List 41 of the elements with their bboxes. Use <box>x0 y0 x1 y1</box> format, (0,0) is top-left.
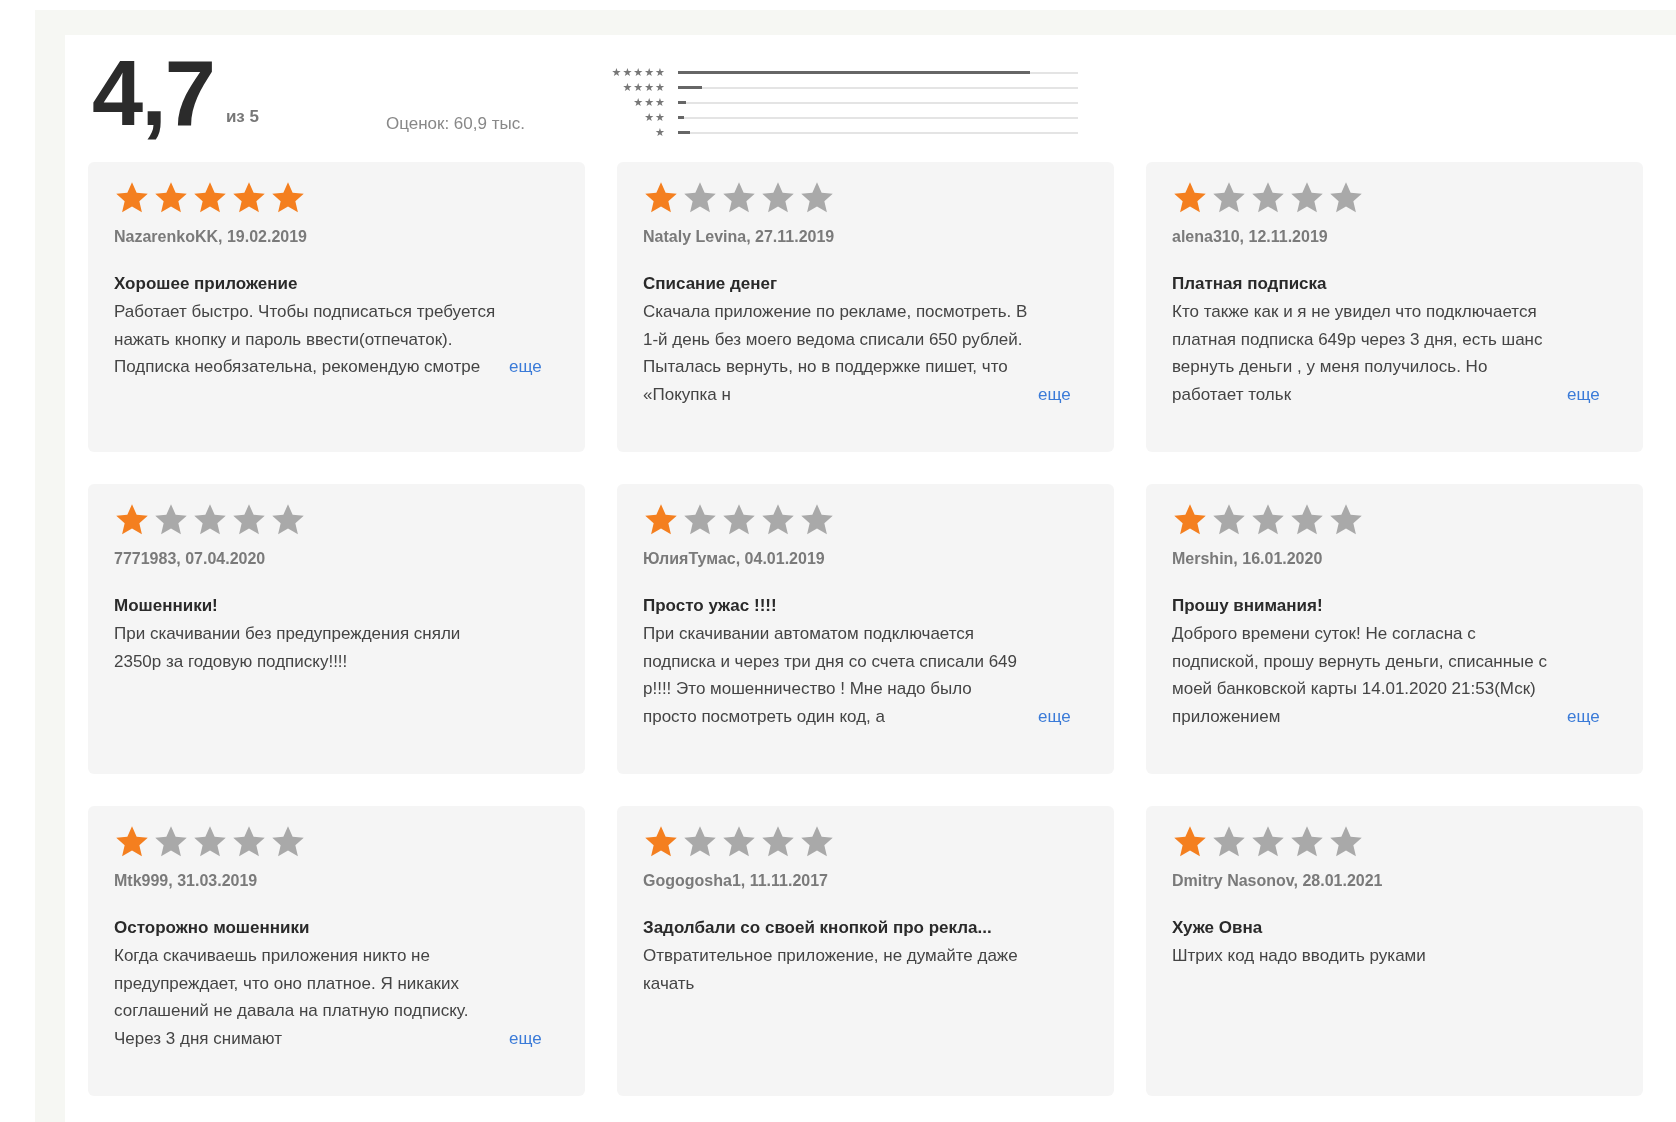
review-text: Штрих код надо вводить руками <box>1172 945 1427 967</box>
review-title: Осторожно мошенники <box>114 918 311 938</box>
more-link[interactable]: еще <box>509 353 542 381</box>
star-level-label: ★★ <box>644 112 666 123</box>
review-text: При скачивании без предупреждения сняли 2350р за годовую подписку!!!! <box>114 623 462 673</box>
review-title: Задолбали со своей кнопкой про рекла... <box>643 918 993 938</box>
review-author: alena310, 12.11.2019 <box>1172 228 1329 246</box>
review-title: Списание денег <box>643 274 779 294</box>
review-text: Доброго времени суток! Не согласна с подпиской, прошу вернуть деньги, списанные с моей банковской карты 14.01.2020 21:53(Мск) приложением <box>1172 623 1548 728</box>
review-text: Кто также как и я не увидел что подключается платная подписка 649р через 3 дня, есть шанс вернуть деньги , у меня получилось. Но работает тольк <box>1172 301 1544 406</box>
ratings-count: Оценок: 60,9 тыс. <box>385 114 526 134</box>
review-author: Mtk999, 31.03.2019 <box>114 872 259 890</box>
review-title: Хуже Овна <box>1172 918 1264 938</box>
review-text: Отвратительное приложение, не думайте даже качать <box>643 945 1019 995</box>
review-author: 7771983, 07.04.2020 <box>114 550 267 568</box>
review-text: Скачала приложение по рекламе, посмотреть. В 1-й день без моего ведома списали 650 рублей. Пыталась вернуть, но в поддержке пишет, что «Покупка н <box>643 301 1028 406</box>
more-link[interactable]: еще <box>1567 702 1600 730</box>
more-link[interactable]: еще <box>1038 702 1071 730</box>
star-level-label: ★ <box>655 127 666 138</box>
average-rating: 4,7 <box>92 47 214 139</box>
review-author: Mershin, 16.01.2020 <box>1172 550 1324 568</box>
review-author: Dmitry Nasonov, 28.01.2021 <box>1172 872 1384 890</box>
star-level-label: ★★★★ <box>622 82 666 93</box>
review-title: Хорошее приложение <box>114 274 299 294</box>
more-link[interactable]: еще <box>1567 380 1600 408</box>
rating-scale: из 5 <box>225 107 260 127</box>
review-author: Nataly Levina, 27.11.2019 <box>643 228 836 246</box>
review-title: Просто ужас !!!! <box>643 596 778 616</box>
more-link[interactable]: еще <box>509 1024 542 1052</box>
review-text: При скачивании автоматом подключается подписка и через три дня со счета списали 649 р!!!! Это мошенничество ! Мне надо было просто посмотреть один код, а <box>643 623 1019 728</box>
star-level-label: ★★★ <box>633 97 666 108</box>
review-title: Платная подписка <box>1172 274 1328 294</box>
star-level-label: ★★★★★ <box>611 67 666 78</box>
review-title: Мошенники! <box>114 596 219 616</box>
review-text: Работает быстро. Чтобы подписаться требуется нажать кнопку и пароль ввести(отпечаток). Подписка необязательна, рекомендую смотре <box>114 301 497 378</box>
review-author: Gogogosha1, 11.11.2017 <box>643 872 829 890</box>
review-title: Прошу внимания! <box>1172 596 1324 616</box>
review-author: ЮлияТумас, 04.01.2019 <box>643 550 826 568</box>
review-text: Когда скачиваешь приложения никто не предупреждает, что оно платное. Я никаких соглашений не давала на платную подписку. Через 3 дня снимают <box>114 945 470 1050</box>
review-author: NazarenkoKK, 19.02.2019 <box>114 228 308 246</box>
more-link[interactable]: еще <box>1038 380 1071 408</box>
